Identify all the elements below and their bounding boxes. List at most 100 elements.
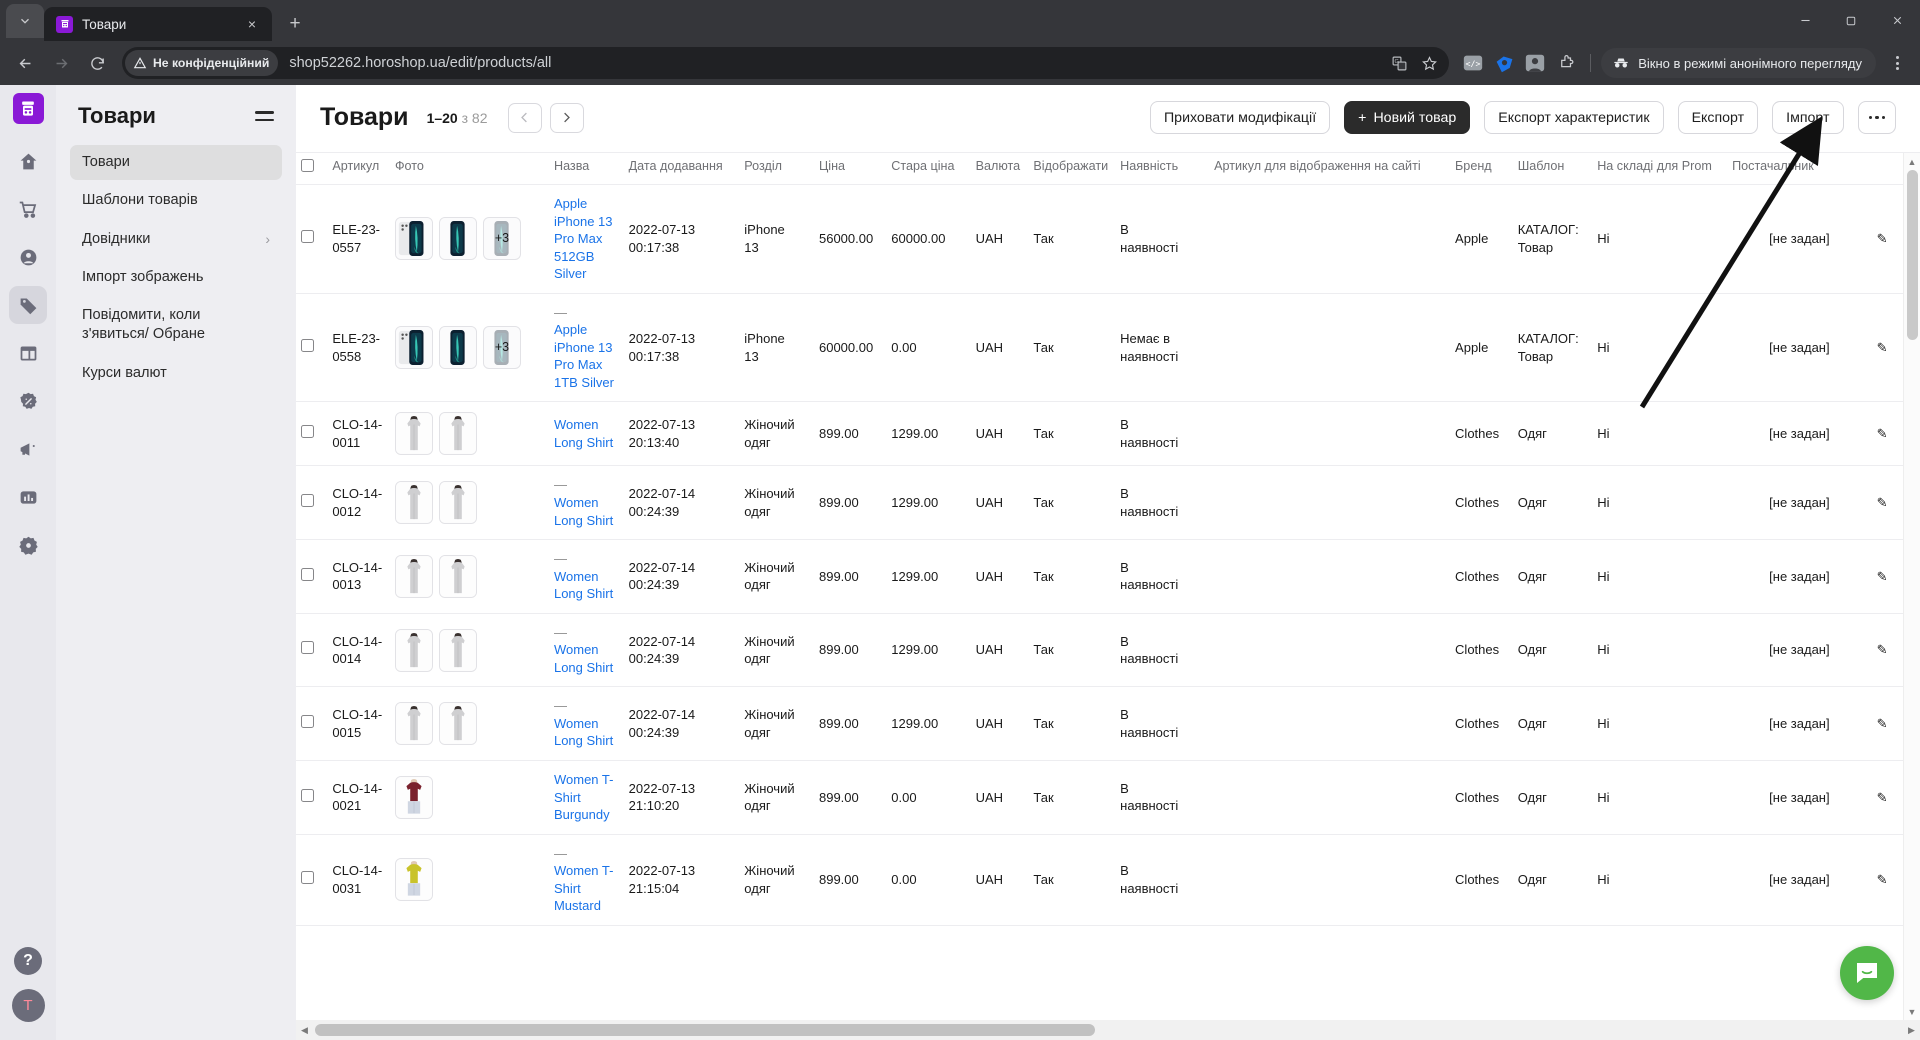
product-thumbnail[interactable]	[438, 481, 477, 525]
cell-name[interactable]: — Apple iPhone 13 Pro Max 1TB Silver	[548, 293, 624, 403]
vertical-scrollbar[interactable]: ▲ ▼	[1903, 153, 1920, 1020]
row-select-cell[interactable]	[296, 465, 328, 541]
pagination-prev-button[interactable]	[507, 102, 542, 133]
column-header-photo[interactable]: Фото	[390, 153, 549, 185]
row-checkbox[interactable]	[301, 425, 314, 439]
browser-tab[interactable]: Товари ×	[44, 7, 272, 41]
rail-item-marketing-megaphone[interactable]	[9, 430, 47, 468]
row-checkbox[interactable]	[301, 338, 314, 352]
hamburger-icon[interactable]	[255, 111, 274, 121]
tab-list-chevron-down-icon[interactable]	[6, 4, 44, 38]
column-header-site-sku[interactable]: Артикул для відображення на сайті	[1209, 153, 1450, 185]
rail-item-user[interactable]	[9, 238, 47, 276]
code-extension-icon[interactable]: </>	[1459, 49, 1487, 77]
export-attributes-button[interactable]: Експорт характеристик	[1484, 101, 1664, 134]
rail-item-analytics-chart[interactable]	[9, 478, 47, 516]
row-checkbox[interactable]	[301, 788, 314, 802]
product-thumbnail[interactable]	[394, 217, 433, 261]
row-select-cell[interactable]	[296, 686, 328, 762]
horizontal-scrollbar[interactable]: ◀ ▶	[296, 1020, 1920, 1040]
table-row[interactable]: CLO-14-0031 — Women T-Shirt Mustard 2022-07…	[296, 834, 1920, 926]
product-name-link[interactable]: Apple iPhone 13 Pro Max 512GB Silver	[554, 195, 619, 283]
table-row[interactable]: CLO-14-0011 Women Long Shirt 2022-07-13 20:…	[296, 401, 1920, 467]
cell-name[interactable]: Women T-Shirt Burgundy	[548, 760, 624, 835]
column-header-date-added[interactable]: Дата додавання	[624, 153, 740, 185]
product-thumbnail[interactable]	[394, 858, 433, 902]
row-select-cell[interactable]	[296, 834, 328, 926]
sidebar-item-image-import[interactable]: Імпорт зображень	[70, 260, 282, 295]
puzzle-extension-icon[interactable]	[1552, 49, 1580, 77]
window-minimize-button[interactable]	[1782, 0, 1828, 41]
column-header-price[interactable]: Ціна	[814, 153, 886, 185]
row-select-cell[interactable]	[296, 613, 328, 688]
product-name-link[interactable]: Women Long Shirt	[554, 494, 619, 529]
security-status-chip[interactable]: Не конфіденційний	[125, 50, 279, 76]
table-row[interactable]: CLO-14-0013 — Women Long Shirt 2022-07-14 00…	[296, 539, 1920, 614]
table-row[interactable]: CLO-14-0012 — Women Long Shirt 2022-07-14 00…	[296, 465, 1920, 541]
window-maximize-button[interactable]	[1828, 0, 1874, 41]
column-header-old-price[interactable]: Стара ціна	[886, 153, 970, 185]
row-select-cell[interactable]	[296, 293, 328, 403]
column-header-sku[interactable]: Артикул	[327, 153, 390, 185]
rail-item-products-tag[interactable]	[9, 286, 47, 324]
table-row[interactable]: CLO-14-0014 — Women Long Shirt 2022-07-14 00…	[296, 613, 1920, 688]
column-header-prom-stock[interactable]: На складі для Prom	[1592, 153, 1727, 185]
row-checkbox[interactable]	[301, 494, 314, 508]
column-header-name[interactable]: Назва	[549, 153, 624, 185]
row-select-cell[interactable]	[296, 539, 328, 614]
forward-arrow-icon[interactable]	[44, 46, 78, 80]
rail-item-layout[interactable]	[9, 334, 47, 372]
cell-name[interactable]: — Women Long Shirt	[548, 465, 624, 541]
row-checkbox[interactable]	[301, 714, 314, 728]
rail-item-settings-gear[interactable]	[9, 526, 47, 564]
avatar[interactable]: T	[11, 989, 45, 1022]
product-thumbnail[interactable]	[438, 326, 477, 370]
export-button[interactable]: Експорт	[1677, 101, 1759, 134]
product-name-link[interactable]: Women T-Shirt Burgundy	[554, 771, 619, 824]
cell-name[interactable]: — Women Long Shirt	[548, 613, 624, 688]
cell-name[interactable]: — Women Long Shirt	[548, 539, 624, 614]
back-arrow-icon[interactable]	[8, 46, 42, 80]
table-row[interactable]: ELE-23-0558 +3 — Apple iPhone 13 Pro Max 1T…	[296, 293, 1920, 403]
row-select-cell[interactable]	[296, 184, 328, 294]
cell-name[interactable]: — Women T-Shirt Mustard	[548, 834, 624, 926]
pagination-next-button[interactable]	[549, 102, 584, 133]
table-row[interactable]: CLO-14-0015 — Women Long Shirt 2022-07-14 00…	[296, 686, 1920, 762]
row-select-cell[interactable]	[296, 760, 328, 835]
reload-icon[interactable]	[80, 46, 114, 80]
new-product-button[interactable]: + Новий товар	[1344, 101, 1471, 134]
more-options-button[interactable]	[1857, 101, 1896, 134]
import-button[interactable]: Імпорт	[1772, 101, 1844, 134]
product-thumbnail[interactable]	[394, 554, 433, 598]
bookmark-star-icon[interactable]	[1415, 49, 1443, 77]
table-row[interactable]: CLO-14-0021 Women T-Shirt Burgundy 2022-07…	[296, 760, 1920, 835]
product-thumbnail[interactable]	[394, 326, 433, 370]
cell-name[interactable]: Apple iPhone 13 Pro Max 512GB Silver	[548, 184, 624, 294]
product-thumbnail[interactable]	[438, 412, 477, 456]
column-header-section[interactable]: Розділ	[739, 153, 814, 185]
sidebar-item-products[interactable]: Товари	[70, 145, 282, 181]
column-header-brand[interactable]: Бренд	[1450, 153, 1513, 185]
translate-icon[interactable]: G	[1385, 49, 1413, 77]
product-name-link[interactable]: Women Long Shirt	[554, 416, 619, 451]
product-thumbnail[interactable]	[394, 775, 433, 819]
scroll-down-arrow-icon[interactable]: ▼	[1904, 1003, 1920, 1020]
help-icon[interactable]: ?	[14, 947, 42, 975]
chrome-menu-icon[interactable]	[1882, 48, 1912, 78]
sidebar-item-product-templates[interactable]: Шаблони товарів	[70, 183, 282, 218]
column-header-currency[interactable]: Валюта	[971, 153, 1029, 185]
select-all-checkbox[interactable]	[301, 159, 314, 172]
close-icon[interactable]: ×	[242, 14, 262, 34]
column-header-availability[interactable]: Наявність	[1115, 153, 1209, 185]
cell-name[interactable]: — Women Long Shirt	[548, 686, 624, 762]
horoshop-logo[interactable]	[12, 93, 44, 124]
user-extension-icon[interactable]	[1521, 49, 1549, 77]
row-checkbox[interactable]	[301, 567, 314, 581]
product-name-link[interactable]: Women Long Shirt	[554, 715, 619, 750]
cell-name[interactable]: Women Long Shirt	[548, 401, 624, 467]
scroll-up-arrow-icon[interactable]: ▲	[1904, 153, 1920, 170]
product-thumbnail[interactable]	[438, 628, 477, 672]
scroll-right-arrow-icon[interactable]: ▶	[1903, 1025, 1920, 1036]
product-thumbnail[interactable]	[394, 628, 433, 672]
product-name-link[interactable]: Apple iPhone 13 Pro Max 1TB Silver	[554, 321, 619, 391]
